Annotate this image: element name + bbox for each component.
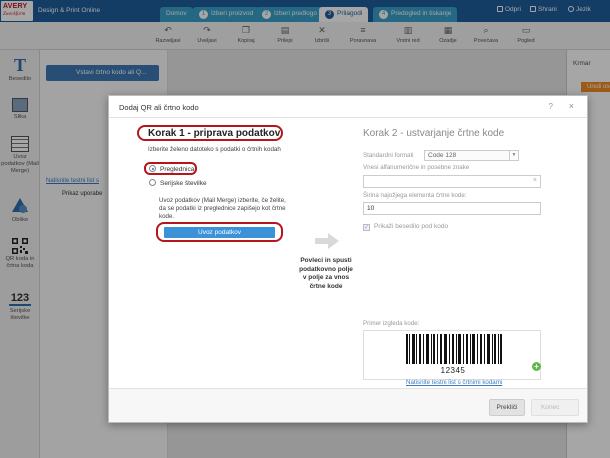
help-icon[interactable]: ? (549, 102, 553, 111)
barcode-image (406, 334, 502, 364)
zoom-in-icon[interactable]: + (532, 362, 541, 371)
chevron-down-icon: ▼ (509, 151, 518, 160)
print-test-sheet-link[interactable]: Natisnite testni list s črtnimi kodami (406, 379, 502, 386)
radio-selected-icon (149, 165, 156, 172)
checkbox-checked-icon: ✓ (363, 224, 370, 231)
width-label: Širina najožjega elementa črtne kode: (363, 192, 467, 199)
upload-highlight: Uvoz podatkov (156, 222, 283, 242)
clear-icon[interactable]: × (533, 177, 537, 184)
select-value: Code 128 (428, 152, 457, 159)
radio-icon (149, 179, 156, 186)
radio-label: Preglednica (160, 166, 195, 173)
upload-data-button[interactable]: Uvoz podatkov (164, 227, 275, 238)
barcode-dialog: Dodaj QR ali črtno kodo ? × Korak 1 - pr… (108, 95, 588, 423)
barcode-preview: 12345 + (363, 330, 541, 380)
step1-title: Korak 1 - priprava podatkov (137, 125, 283, 141)
format-select[interactable]: Code 128 ▼ (424, 150, 519, 161)
dialog-header: Dodaj QR ali črtno kodo ? × (109, 96, 587, 118)
radio-label: Serijske številke (160, 180, 207, 187)
step1-intro: Izberite želeno datoteko s podatki o črt… (148, 146, 281, 153)
drag-drop-hint: Povleci in spusti podatkovno polje v pol… (299, 257, 353, 290)
width-input[interactable]: 10 (363, 202, 541, 215)
close-icon[interactable]: × (569, 101, 574, 111)
preview-label: Primer izgleda kode: (363, 320, 420, 327)
mail-merge-description: Uvoz podatkov (Mail Merge) izberite, če … (159, 197, 286, 220)
done-button[interactable]: Konec (531, 399, 579, 416)
arrow-right-icon (315, 233, 339, 251)
dialog-footer: Prekliči Konec (109, 388, 587, 422)
formats-label: Standardni formati (363, 152, 414, 159)
step2-title: Korak 2 - ustvarjanje črtne kode (363, 128, 505, 139)
input-label: Vnesi alfanumerične in posebne znake (363, 164, 470, 171)
show-text-checkbox[interactable]: ✓ Prikaži besedilo pod kodo (363, 223, 448, 231)
input-value: 10 (367, 205, 375, 212)
checkbox-label: Prikaži besedilo pod kodo (374, 223, 449, 230)
radio-serial[interactable]: Serijske številke (149, 179, 207, 187)
barcode-value-input[interactable]: × (363, 175, 541, 188)
barcode-number: 12345 (440, 366, 466, 375)
radio-spreadsheet[interactable]: Preglednica (149, 165, 194, 173)
cancel-button[interactable]: Prekliči (489, 399, 525, 416)
dialog-title: Dodaj QR ali črtno kodo (119, 103, 199, 112)
